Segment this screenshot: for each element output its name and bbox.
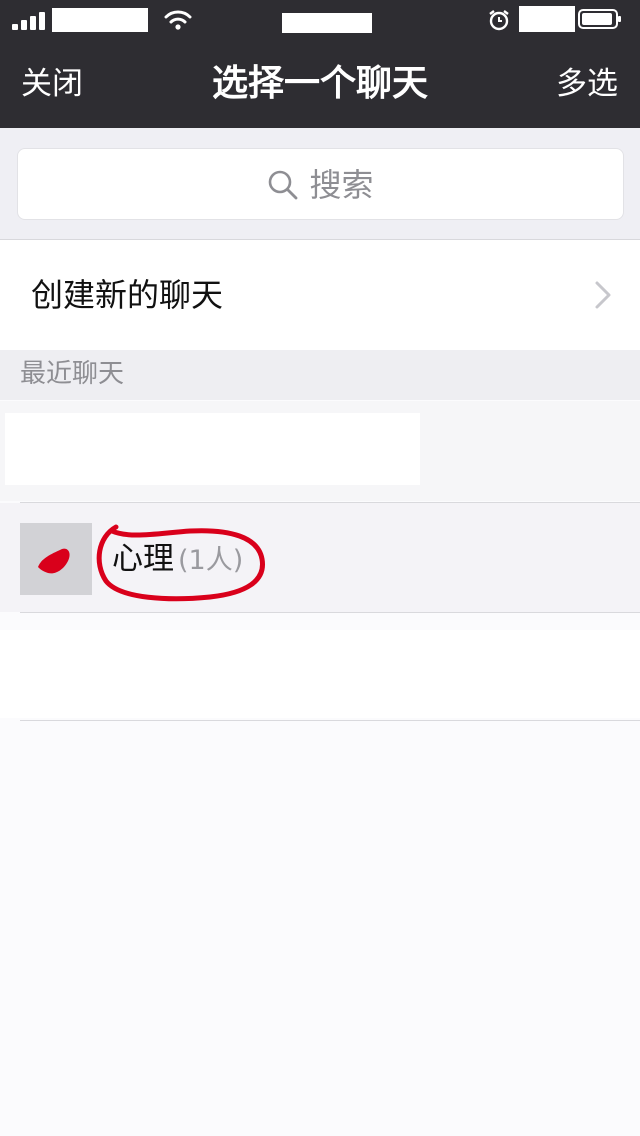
signal-strength-icon [12, 12, 48, 30]
redaction-scribble [38, 548, 70, 574]
divider [20, 612, 640, 613]
carrier-redaction [52, 8, 148, 32]
recent-chats-label: 最近聊天 [20, 359, 125, 389]
time-redaction [282, 13, 372, 33]
share-chat-picker-screen: 关闭 选择一个聊天 多选 搜索 创建新的聊天 最近聊天 心理 (1人) [0, 0, 640, 1136]
chat-item-xinli[interactable]: 心理 (1人) [0, 503, 640, 612]
list-item[interactable] [0, 630, 640, 718]
alarm-icon [489, 10, 509, 31]
status-bar [0, 0, 640, 40]
battery-percent-redaction [519, 6, 575, 32]
create-new-chat-label: 创建新的聊天 [31, 276, 224, 314]
multi-select-button[interactable]: 多选 [556, 62, 618, 106]
list-item[interactable] [0, 401, 640, 501]
recent-chats-header: 最近聊天 [0, 350, 640, 400]
avatar [20, 523, 92, 595]
search-input[interactable]: 搜索 [17, 148, 624, 220]
top-bar: 关闭 选择一个聊天 多选 [0, 0, 640, 128]
search-input-content: 搜索 [18, 149, 623, 219]
divider [20, 720, 640, 721]
search-area: 搜索 [0, 128, 640, 240]
create-new-chat-row[interactable]: 创建新的聊天 [0, 240, 640, 350]
chevron-right-icon [595, 281, 611, 309]
search-icon [269, 170, 298, 199]
page-title: 选择一个聊天 [211, 63, 428, 104]
redacted-chat-entry [5, 413, 420, 485]
search-placeholder: 搜索 [309, 165, 374, 204]
battery-icon [578, 9, 621, 29]
wifi-icon [164, 10, 192, 30]
annotation-circle [96, 524, 265, 602]
